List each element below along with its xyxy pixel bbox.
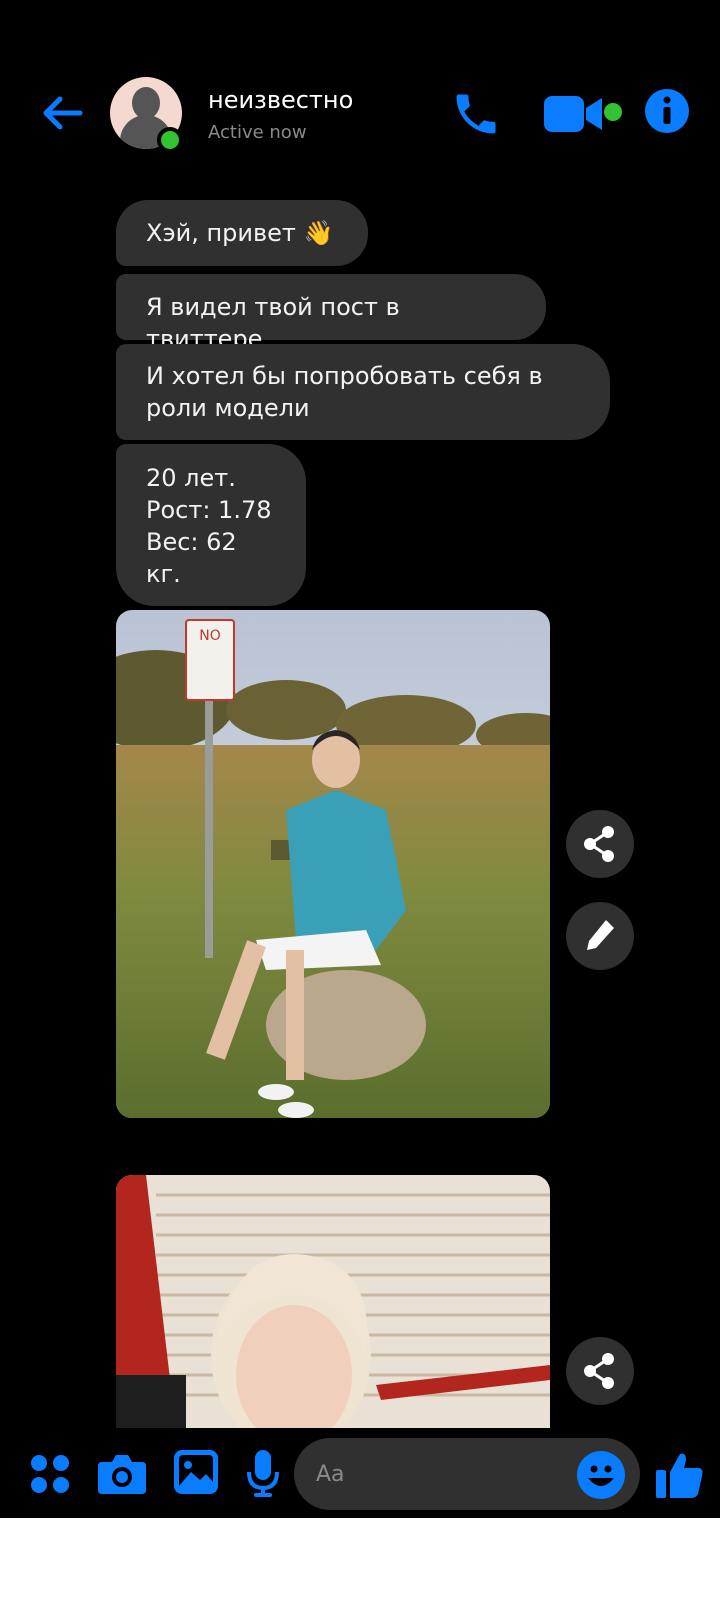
contact-name[interactable]: неизвестно <box>208 86 353 114</box>
pencil-icon <box>587 920 614 950</box>
message-bubble[interactable]: Хэй, привет 👋 <box>116 200 368 266</box>
emoji-icon[interactable] <box>576 1450 626 1500</box>
apps-grid-icon[interactable] <box>30 1454 70 1494</box>
message-bubble[interactable]: И хотел бы попробовать себя в роли модел… <box>116 344 610 440</box>
info-icon[interactable] <box>644 88 690 134</box>
share-icon <box>584 826 614 862</box>
video-active-dot <box>604 103 622 121</box>
share-button[interactable] <box>566 810 634 878</box>
share-button[interactable] <box>566 1337 634 1405</box>
contact-status: Active now <box>208 122 307 143</box>
microphone-icon[interactable] <box>246 1450 280 1498</box>
edit-button[interactable] <box>566 902 634 970</box>
system-navigation-bar <box>0 1518 720 1600</box>
gallery-icon[interactable] <box>174 1450 218 1494</box>
camera-icon[interactable] <box>98 1452 146 1494</box>
share-icon <box>584 1353 614 1389</box>
photo-message[interactable]: NO <box>116 610 550 1118</box>
photo-image <box>116 1175 550 1430</box>
phone-icon[interactable] <box>450 88 502 140</box>
online-indicator <box>157 127 183 153</box>
photo-image: NO <box>116 610 550 1118</box>
message-bubble[interactable]: 20 лет. Рост: 1.78 Вес: 62 кг. <box>116 444 306 606</box>
thumbs-up-icon[interactable] <box>656 1450 704 1500</box>
photo-message[interactable] <box>116 1175 550 1430</box>
svg-text:NO: NO <box>199 628 221 644</box>
message-bubble[interactable]: Я видел твой пост в твиттере <box>116 274 546 353</box>
chat-header: неизвестно Active now <box>0 0 720 190</box>
video-camera-icon[interactable] <box>544 92 606 136</box>
back-arrow-icon[interactable] <box>38 88 88 138</box>
composer-bar <box>0 1428 720 1518</box>
message-input[interactable] <box>316 1454 556 1494</box>
